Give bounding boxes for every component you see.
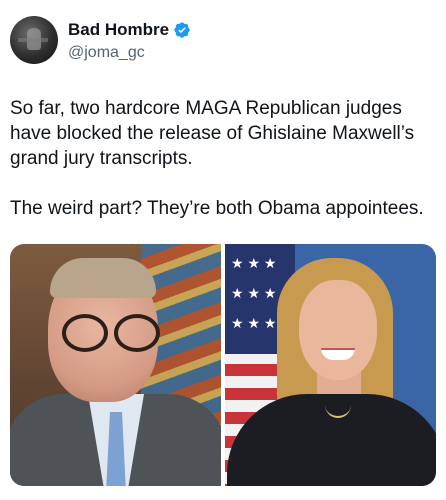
author-display-name[interactable]: Bad Hombre [68,20,169,40]
media-photo-2[interactable] [225,244,436,486]
post-paragraph-1: So far, two hardcore MAGA Republican jud… [10,98,415,169]
avatar-arm [18,38,48,42]
post-text: So far, two hardcore MAGA Republican jud… [10,96,430,221]
hair [50,258,156,298]
name-row: Bad Hombre [68,18,191,42]
face [299,280,377,380]
media-photo-1[interactable] [10,244,221,486]
glasses-left-lens [62,314,108,352]
author-id: Bad Hombre @joma_gc [68,18,191,62]
post-media-grid [10,244,436,486]
verified-badge-icon [174,22,190,38]
post-paragraph-2: The weird part? They’re both Obama appoi… [10,198,424,219]
glasses-right-lens [114,314,160,352]
author-avatar[interactable] [10,16,58,64]
post-header: Bad Hombre @joma_gc [10,16,191,64]
author-handle[interactable]: @joma_gc [68,44,191,62]
